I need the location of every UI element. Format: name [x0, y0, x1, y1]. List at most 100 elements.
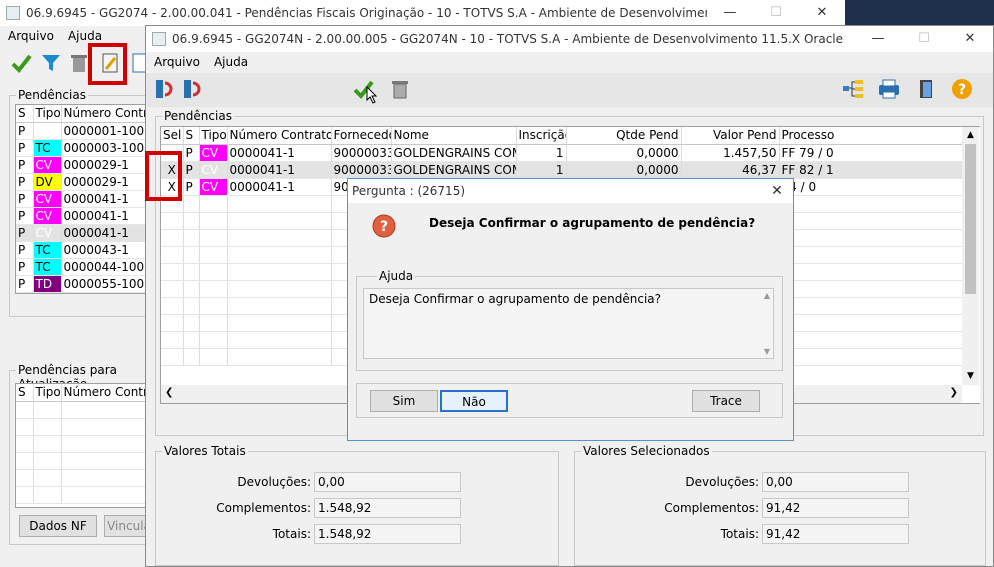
- refresh-all-icon[interactable]: [180, 76, 206, 102]
- dados-nf-button[interactable]: Dados NF: [19, 515, 97, 537]
- menu-ajuda[interactable]: Ajuda: [68, 29, 102, 43]
- cell-valor-pend: 1.457,50: [681, 144, 780, 162]
- cell-tipo: [199, 331, 228, 349]
- minimize-button[interactable]: —: [707, 0, 753, 26]
- maximize-button[interactable]: ☐: [753, 0, 799, 26]
- app-icon: [152, 32, 166, 46]
- cell-inscricao: 1: [516, 161, 567, 179]
- col-s[interactable]: S: [16, 384, 34, 402]
- col-nome[interactable]: Nome: [391, 127, 517, 145]
- exit-door-icon[interactable]: [913, 76, 939, 102]
- table-row[interactable]: X P CV 0000041-1 90000033 GOLDENGRAINS COM 1 0,…: [161, 161, 967, 179]
- confirm-icon[interactable]: [8, 50, 34, 76]
- col-numero-contrato[interactable]: Número Contrato: [61, 384, 148, 402]
- sel-devolucoes-field: 0,00: [762, 472, 909, 492]
- back-atualizacao-grid[interactable]: S Tipo Número Contrato: [15, 383, 149, 508]
- scroll-left-arrow[interactable]: ❮: [165, 387, 173, 398]
- maximize-button[interactable]: ☐: [901, 26, 947, 52]
- table-row[interactable]: P CV 0000041-1: [16, 224, 148, 242]
- totais-totais-label: Totais:: [272, 527, 311, 541]
- cell-numero-contrato: [227, 246, 332, 264]
- menu-arquivo[interactable]: Arquivo: [8, 29, 54, 43]
- totais-complementos-label: Complementos:: [216, 501, 311, 515]
- minimize-button[interactable]: —: [855, 26, 901, 52]
- menu-ajuda[interactable]: Ajuda: [214, 55, 248, 69]
- cell-numero-contrato: 0000044-1000: [61, 258, 148, 276]
- col-tipo[interactable]: Tipo: [33, 384, 62, 402]
- print-icon[interactable]: [876, 76, 902, 102]
- ajuda-scroll-down[interactable]: ▼: [764, 347, 770, 356]
- mouse-cursor-icon: [365, 86, 379, 104]
- cell-s: [183, 331, 200, 349]
- app-icon: [6, 6, 20, 20]
- ajuda-textarea[interactable]: Deseja Confirmar o agrupamento de pendên…: [363, 288, 774, 359]
- dialog-close-button[interactable]: ✕: [761, 183, 793, 199]
- col-sel[interactable]: Sel: [161, 127, 184, 145]
- col-tipo[interactable]: Tipo: [199, 127, 228, 145]
- col-processo[interactable]: Processo: [779, 127, 967, 145]
- totais-devolucoes-field: 0,00: [314, 472, 461, 492]
- svg-text:?: ?: [958, 82, 966, 98]
- trace-button[interactable]: Trace: [692, 390, 760, 412]
- sim-button[interactable]: Sim: [370, 390, 438, 412]
- menu-arquivo[interactable]: Arquivo: [154, 55, 200, 69]
- totais-complementos-field: 1.548,92: [314, 498, 461, 518]
- table-row[interactable]: P TC 0000003-1000: [16, 139, 148, 157]
- table-row[interactable]: P TC 0000044-1000: [16, 258, 148, 276]
- back-window-title: 06.9.6945 - GG2074 - 2.00.00.041 - Pendê…: [26, 6, 707, 20]
- trash-icon[interactable]: [387, 76, 413, 102]
- dialog-question: Deseja Confirmar o agrupamento de pendên…: [429, 216, 756, 230]
- col-fornecedor[interactable]: Fornecedor: [331, 127, 392, 145]
- dialog-title: Pergunta : (26715): [352, 184, 466, 198]
- cell-tipo: DV: [33, 173, 62, 191]
- cell-numero-contrato: [227, 331, 332, 349]
- front-grid-vertical-scrollbar[interactable]: ▲ ▼: [962, 127, 979, 385]
- table-row[interactable]: P CV 0000041-1 90000033 GOLDENGRAINS COM 1 0,0…: [161, 144, 967, 162]
- cell-processo: FF 79 / 0: [779, 144, 967, 162]
- cell-tipo: CV: [33, 156, 62, 174]
- col-s[interactable]: S: [183, 127, 200, 145]
- col-numero-contrato[interactable]: Número Contrato: [61, 105, 148, 123]
- col-numero-contrato[interactable]: Número Contrato: [227, 127, 332, 145]
- col-qtde-pend[interactable]: Qtde Pend: [566, 127, 682, 145]
- cell-inscricao: 1: [516, 144, 567, 162]
- scroll-up-arrow[interactable]: ▲: [962, 127, 979, 144]
- cell-s: P: [16, 190, 34, 208]
- cell-numero-contrato: 0000041-1: [61, 207, 148, 225]
- help-icon[interactable]: ?: [949, 76, 975, 102]
- filter-icon[interactable]: [38, 50, 64, 76]
- table-row[interactable]: P CV 0000041-1: [16, 207, 148, 225]
- cell-tipo: [199, 280, 228, 298]
- background-window-strip: [845, 0, 994, 28]
- back-pendencias-grid[interactable]: S Tipo Número Contrato P0000001-1000PTC0…: [15, 104, 149, 294]
- cell-fornecedor: 90000033: [331, 144, 392, 162]
- hierarchy-icon[interactable]: [840, 76, 866, 102]
- nao-button[interactable]: Não: [440, 390, 508, 412]
- totais-devolucoes-label: Devoluções:: [237, 475, 311, 489]
- col-s[interactable]: S: [16, 105, 34, 123]
- scroll-right-arrow[interactable]: ❯: [950, 387, 958, 398]
- close-button[interactable]: ✕: [799, 0, 845, 26]
- cell-tipo: CV: [33, 207, 62, 225]
- refresh-icon[interactable]: [152, 76, 178, 102]
- cell-numero-contrato: 0000041-1: [227, 161, 332, 179]
- highlight-edit-button: [88, 43, 127, 85]
- scroll-down-arrow[interactable]: ▼: [962, 368, 979, 385]
- close-button[interactable]: ✕: [947, 26, 993, 52]
- table-row[interactable]: P 0000001-1000: [16, 122, 148, 140]
- scroll-thumb[interactable]: [965, 144, 976, 294]
- ajuda-scroll-up[interactable]: ▲: [764, 291, 770, 300]
- sel-devolucoes-label: Devoluções:: [685, 475, 759, 489]
- table-row[interactable]: P TD 0000055-1000: [16, 275, 148, 293]
- back-pendencias-label: Pendências: [16, 88, 88, 102]
- cell-processo: [779, 229, 967, 247]
- table-row[interactable]: P DV 0000029-1: [16, 173, 148, 191]
- table-row[interactable]: P CV 0000041-1: [16, 190, 148, 208]
- col-valor-pend[interactable]: Valor Pend: [681, 127, 780, 145]
- table-row[interactable]: P TC 0000043-1: [16, 241, 148, 259]
- col-inscricao[interactable]: Inscrição: [516, 127, 567, 145]
- cell-processo: [779, 314, 967, 332]
- table-row[interactable]: P CV 0000029-1: [16, 156, 148, 174]
- cell-sel: [161, 212, 184, 230]
- col-tipo[interactable]: Tipo: [33, 105, 62, 123]
